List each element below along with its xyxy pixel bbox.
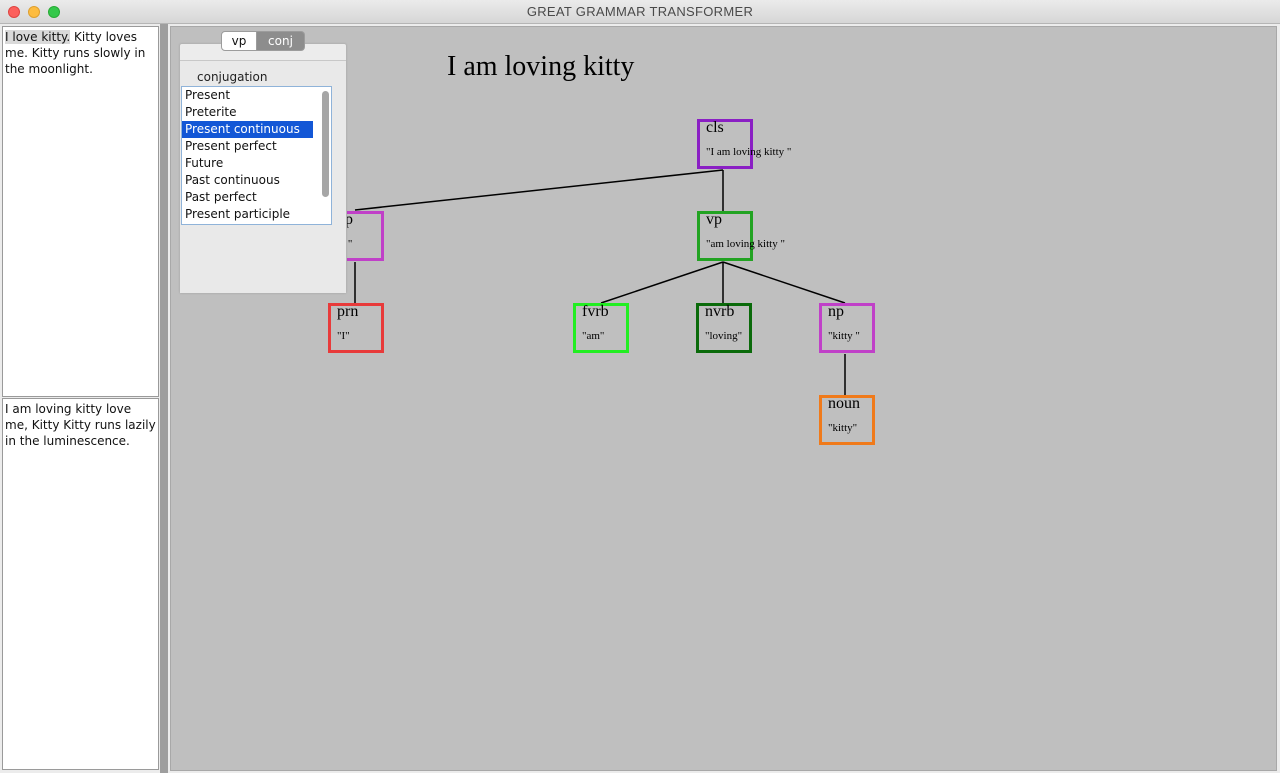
node-label: vp xyxy=(706,211,722,228)
conjugation-option[interactable]: Present participle xyxy=(182,206,313,223)
node-value: "am" xyxy=(582,330,605,342)
output-text: I am loving kitty love me, Kitty Kitty r… xyxy=(5,402,156,448)
edge-cls-np xyxy=(354,169,724,211)
edge-vp-fvrb xyxy=(600,261,724,304)
node-value: "kitty " xyxy=(828,330,860,342)
input-text-highlighted: I love kitty. xyxy=(5,30,71,44)
conjugation-option[interactable]: Present perfect xyxy=(182,138,313,155)
conjugation-option[interactable]: Past continuous xyxy=(182,172,313,189)
title-bar: GREAT GRAMMAR TRANSFORMER xyxy=(0,0,1280,24)
tab-conj[interactable]: conj xyxy=(257,31,305,51)
output-text-area[interactable]: I am loving kitty love me, Kitty Kitty r… xyxy=(2,398,159,770)
node-value: "I am loving kitty " xyxy=(706,146,792,158)
conjugation-items: Present Preterite Present continuous Presen… xyxy=(182,87,331,223)
conjugation-option[interactable]: Present continuous xyxy=(182,121,313,138)
tree-node-fvrb[interactable]: fvrb "am" xyxy=(573,303,629,353)
conjugation-option[interactable]: Past perfect xyxy=(182,189,313,206)
tree-node-noun[interactable]: noun "kitty" xyxy=(819,395,875,445)
tree-node-vp[interactable]: vp "am loving kitty " xyxy=(697,211,785,261)
node-value: "kitty" xyxy=(828,422,858,434)
node-label: cls xyxy=(706,119,724,136)
tab-vp[interactable]: vp xyxy=(221,31,257,51)
transformed-sentence: I am loving kitty xyxy=(447,51,635,82)
node-label: np xyxy=(828,303,844,320)
conjugation-list[interactable]: Present Preterite Present continuous Presen… xyxy=(181,86,332,225)
conjugation-option[interactable]: Future xyxy=(182,155,313,172)
node-value: "loving" xyxy=(705,330,743,342)
node-value: "I" xyxy=(337,330,350,342)
vertical-split-divider[interactable] xyxy=(160,24,168,773)
edge-vp-np xyxy=(722,261,846,304)
scrollbar-thumb[interactable] xyxy=(322,91,329,197)
panel-tabs: vp conj xyxy=(221,31,305,51)
node-label: noun xyxy=(828,395,860,412)
conjugation-list-scrollbar[interactable] xyxy=(321,89,329,222)
conjugation-option[interactable]: Preterite xyxy=(182,104,313,121)
tree-node-nvrb[interactable]: nvrb "loving" xyxy=(696,303,752,353)
conjugation-label: conjugation xyxy=(197,70,268,84)
input-text-area[interactable]: I love kitty. Kitty loves me. Kitty runs… xyxy=(2,26,159,397)
node-label: fvrb xyxy=(582,303,609,320)
node-value: "am loving kitty " xyxy=(706,238,785,250)
window-title: GREAT GRAMMAR TRANSFORMER xyxy=(526,4,754,19)
node-label: prn xyxy=(337,303,359,320)
tree-node-np-object[interactable]: np "kitty " xyxy=(819,303,875,353)
tree-node-cls[interactable]: cls "I am loving kitty " xyxy=(697,119,791,169)
conjugation-option[interactable]: Present xyxy=(182,87,313,104)
node-label: nvrb xyxy=(705,303,735,320)
tree-node-prn[interactable]: prn "I" xyxy=(328,303,384,353)
